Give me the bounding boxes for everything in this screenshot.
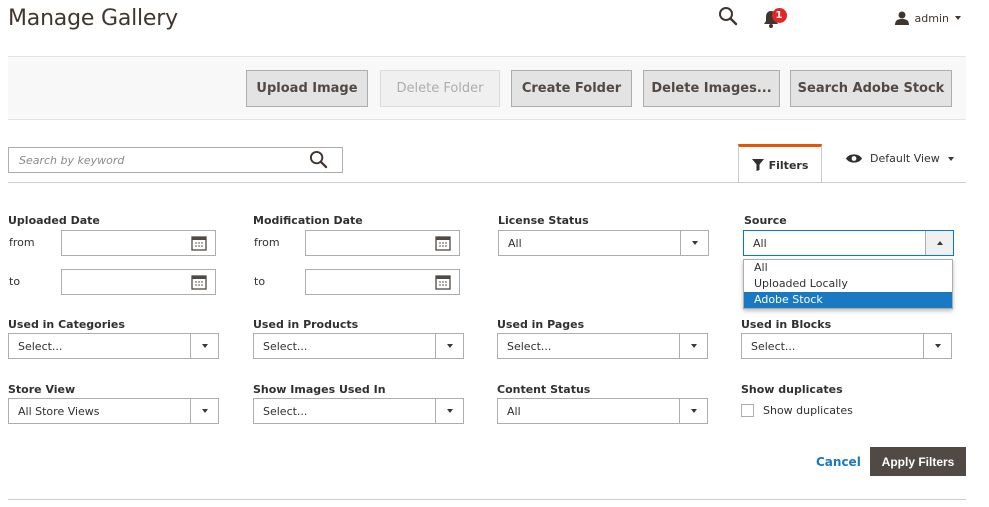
calendar-icon[interactable] (191, 274, 207, 290)
content-status-value: All (507, 404, 521, 418)
user-name: admin (914, 11, 949, 25)
source-dropdown-list: All Uploaded Locally Adobe Stock (743, 259, 953, 309)
divider (8, 182, 966, 183)
source-select[interactable]: All (743, 230, 954, 256)
dropdown-arrow (925, 231, 953, 255)
chevron-down-icon (934, 344, 941, 348)
chevron-down-icon (446, 344, 453, 348)
chevron-down-icon (947, 156, 954, 161)
calendar-icon[interactable] (191, 235, 207, 251)
modification-date-to-label: to (254, 275, 266, 288)
chevron-down-icon (955, 16, 961, 20)
dropdown-arrow (923, 334, 951, 358)
source-value: All (753, 236, 767, 250)
calendar-icon[interactable] (435, 235, 451, 251)
search-input[interactable]: Search by keyword (8, 147, 343, 173)
user-icon (894, 11, 909, 25)
notifications-button[interactable]: 1 (763, 8, 789, 30)
uploaded-date-to-label: to (9, 275, 21, 288)
store-view-value: All Store Views (18, 404, 100, 418)
search-icon[interactable] (309, 150, 328, 172)
default-view-dropdown[interactable]: Default View (846, 152, 954, 165)
dropdown-arrow (190, 334, 218, 358)
notification-badge: 1 (771, 8, 787, 23)
show-duplicates-checkbox[interactable] (741, 404, 754, 417)
tab-filters[interactable]: Filters (738, 144, 822, 183)
source-option-uploaded-locally[interactable]: Uploaded Locally (744, 276, 952, 292)
content-status-label: Content Status (497, 383, 591, 396)
page-title: Manage Gallery (8, 6, 178, 31)
eye-icon (846, 154, 862, 163)
modification-date-label: Modification Date (253, 214, 363, 227)
used-in-categories-label: Used in Categories (8, 318, 125, 331)
apply-filters-button[interactable]: Apply Filters (870, 447, 966, 476)
used-in-products-value: Select... (263, 339, 308, 353)
chevron-down-icon (446, 409, 453, 413)
funnel-icon (751, 159, 764, 171)
license-status-label: License Status (498, 214, 589, 227)
show-images-used-in-value: Select... (263, 404, 308, 418)
upload-image-button[interactable]: Upload Image (246, 70, 368, 107)
show-images-used-in-label: Show Images Used In (253, 383, 386, 396)
chevron-down-icon (691, 241, 698, 245)
divider (8, 499, 966, 500)
dropdown-arrow (190, 399, 218, 423)
content-status-select[interactable]: All (497, 398, 708, 424)
user-menu[interactable]: admin (894, 11, 961, 25)
dropdown-arrow (435, 399, 463, 423)
used-in-categories-value: Select... (18, 339, 63, 353)
chevron-down-icon (690, 409, 697, 413)
dropdown-arrow (680, 231, 708, 255)
modification-date-from-input[interactable] (305, 230, 460, 256)
used-in-blocks-select[interactable]: Select... (741, 333, 952, 359)
show-duplicates-label: Show duplicates (741, 383, 843, 396)
store-view-select[interactable]: All Store Views (8, 398, 219, 424)
source-label: Source (744, 214, 787, 227)
modification-date-from-label: from (254, 236, 280, 249)
used-in-blocks-label: Used in Blocks (741, 318, 832, 331)
create-folder-button[interactable]: Create Folder (511, 70, 632, 107)
tab-filters-label: Filters (768, 158, 809, 172)
used-in-pages-select[interactable]: Select... (497, 333, 708, 359)
default-view-label: Default View (870, 152, 940, 165)
dropdown-arrow (435, 334, 463, 358)
used-in-categories-select[interactable]: Select... (8, 333, 219, 359)
used-in-products-select[interactable]: Select... (253, 333, 464, 359)
delete-images-button[interactable]: Delete Images... (643, 70, 780, 107)
delete-folder-button[interactable]: Delete Folder (380, 70, 500, 107)
dropdown-arrow (679, 399, 707, 423)
chevron-down-icon (201, 344, 208, 348)
used-in-blocks-value: Select... (751, 339, 796, 353)
uploaded-date-from-input[interactable] (61, 230, 216, 256)
header-actions: 1 admin (718, 6, 961, 30)
modification-date-to-input[interactable] (305, 269, 460, 295)
uploaded-date-label: Uploaded Date (8, 214, 100, 227)
action-bar: Upload Image Delete Folder Create Folder… (8, 56, 966, 120)
uploaded-date-from-label: from (9, 236, 35, 249)
used-in-pages-value: Select... (507, 339, 552, 353)
used-in-products-label: Used in Products (253, 318, 359, 331)
chevron-up-icon (936, 241, 943, 245)
search-placeholder: Search by keyword (19, 153, 125, 167)
cancel-button[interactable]: Cancel (816, 455, 861, 469)
license-status-select[interactable]: All (498, 230, 709, 256)
source-option-adobe-stock[interactable]: Adobe Stock (744, 292, 952, 308)
store-view-label: Store View (8, 383, 76, 396)
uploaded-date-to-input[interactable] (61, 269, 216, 295)
calendar-icon[interactable] (435, 274, 451, 290)
chevron-down-icon (690, 344, 697, 348)
used-in-pages-label: Used in Pages (497, 318, 585, 331)
search-icon[interactable] (718, 6, 740, 28)
source-option-all[interactable]: All (744, 260, 952, 276)
license-status-value: All (508, 236, 522, 250)
dropdown-arrow (679, 334, 707, 358)
show-duplicates-checkbox-label[interactable]: Show duplicates (763, 404, 853, 417)
search-adobe-stock-button[interactable]: Search Adobe Stock (790, 70, 952, 107)
show-images-used-in-select[interactable]: Select... (253, 398, 464, 424)
chevron-down-icon (201, 409, 208, 413)
